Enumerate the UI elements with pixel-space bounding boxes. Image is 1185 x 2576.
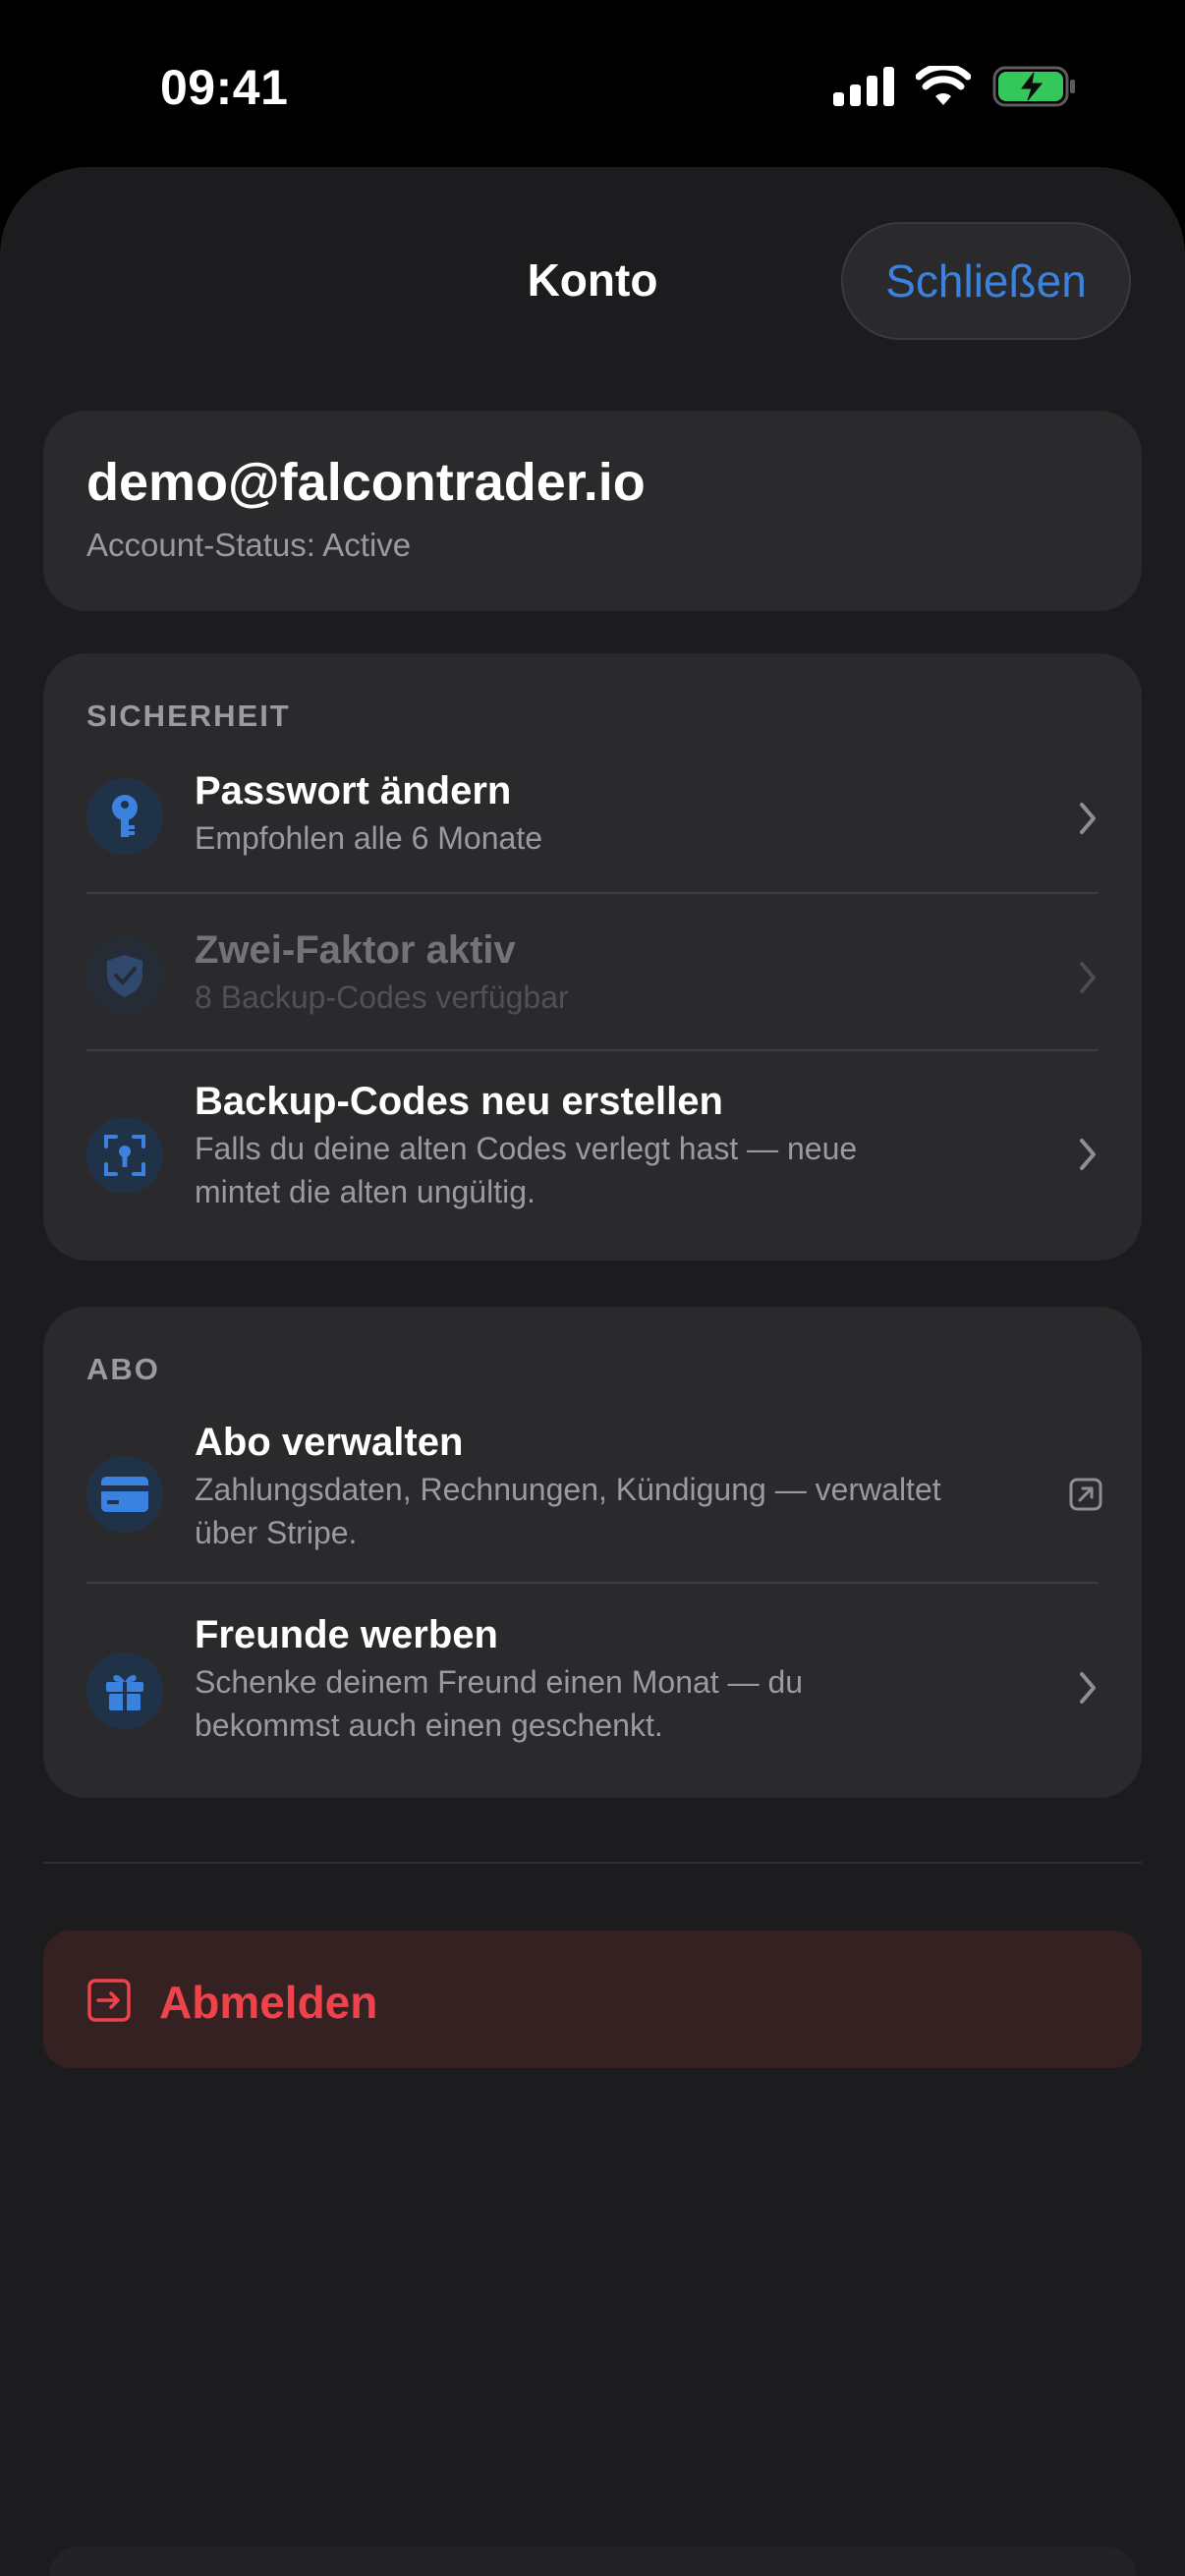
external-link-icon — [1069, 1478, 1102, 1511]
refer-friends-row[interactable]: Freunde werben Schenke deinem Freund ein… — [43, 1611, 1142, 1768]
cellular-signal-icon — [833, 67, 894, 106]
row-title: Freunde werben — [195, 1613, 498, 1656]
key-icon — [86, 778, 163, 855]
row-title: Passwort ändern — [195, 769, 512, 812]
credit-card-icon — [86, 1456, 163, 1533]
wifi-icon — [916, 66, 971, 105]
battery-charging-icon — [992, 66, 1075, 107]
divider — [86, 892, 1099, 894]
row-subtitle: Schenke deinem Freund einen Monat — du b… — [195, 1664, 804, 1743]
row-title: Backup-Codes neu erstellen — [195, 1080, 723, 1123]
manage-subscription-row[interactable]: Abo verwalten Zahlungsdaten, Rechnungen,… — [43, 1417, 1142, 1564]
status-icons — [833, 63, 1077, 110]
row-subtitle: Empfohlen alle 6 Monate — [195, 820, 542, 856]
row-subtitle: Zahlungsdaten, Rechnungen, Kündigung — v… — [195, 1472, 941, 1550]
row-subtitle: 8 Backup-Codes verfügbar — [195, 980, 569, 1015]
regenerate-backup-codes-row[interactable]: Backup-Codes neu erstellen Falls du dein… — [43, 1078, 1142, 1235]
two-factor-row: Zwei-Faktor aktiv 8 Backup-Codes verfügb… — [43, 921, 1142, 1038]
gift-icon — [86, 1652, 163, 1729]
account-card: demo@falcontrader.io Account-Status: Act… — [43, 411, 1142, 611]
logout-icon — [87, 1979, 131, 2022]
change-password-row[interactable]: Passwort ändern Empfohlen alle 6 Monate — [43, 761, 1142, 879]
account-sheet: Konto Schließen demo@falcontrader.io Acc… — [0, 167, 1185, 2576]
logout-label: Abmelden — [159, 1977, 378, 2028]
logout-button[interactable]: Abmelden — [43, 1931, 1142, 2068]
divider — [86, 1582, 1099, 1584]
scan-key-icon — [86, 1117, 163, 1194]
section-separator — [43, 1862, 1142, 1864]
section-label-security: SICHERHEIT — [86, 699, 291, 733]
sheet-edge — [49, 2547, 1136, 2576]
close-button[interactable]: Schließen — [841, 222, 1131, 340]
account-status: Account-Status: Active — [86, 527, 412, 563]
account-email: demo@falcontrader.io — [86, 453, 646, 512]
divider — [86, 1049, 1099, 1051]
security-card: SICHERHEIT Passwort ändern Empfohlen all… — [43, 653, 1142, 1260]
status-time: 09:41 — [160, 60, 289, 115]
status-bar: 09:41 — [0, 0, 1185, 167]
chevron-right-icon — [1080, 803, 1096, 834]
shield-check-icon — [86, 937, 163, 1014]
chevron-right-icon — [1080, 1672, 1096, 1704]
subscription-card: ABO Abo verwalten Zahlungsdaten, Rechnun… — [43, 1307, 1142, 1798]
row-title: Zwei-Faktor aktiv — [195, 928, 516, 972]
section-label-subscription: ABO — [86, 1352, 160, 1386]
chevron-right-icon — [1080, 1139, 1096, 1170]
row-title: Abo verwalten — [195, 1421, 464, 1464]
chevron-right-icon — [1080, 962, 1096, 993]
row-subtitle: Falls du deine alten Codes verlegt hast … — [195, 1131, 858, 1209]
